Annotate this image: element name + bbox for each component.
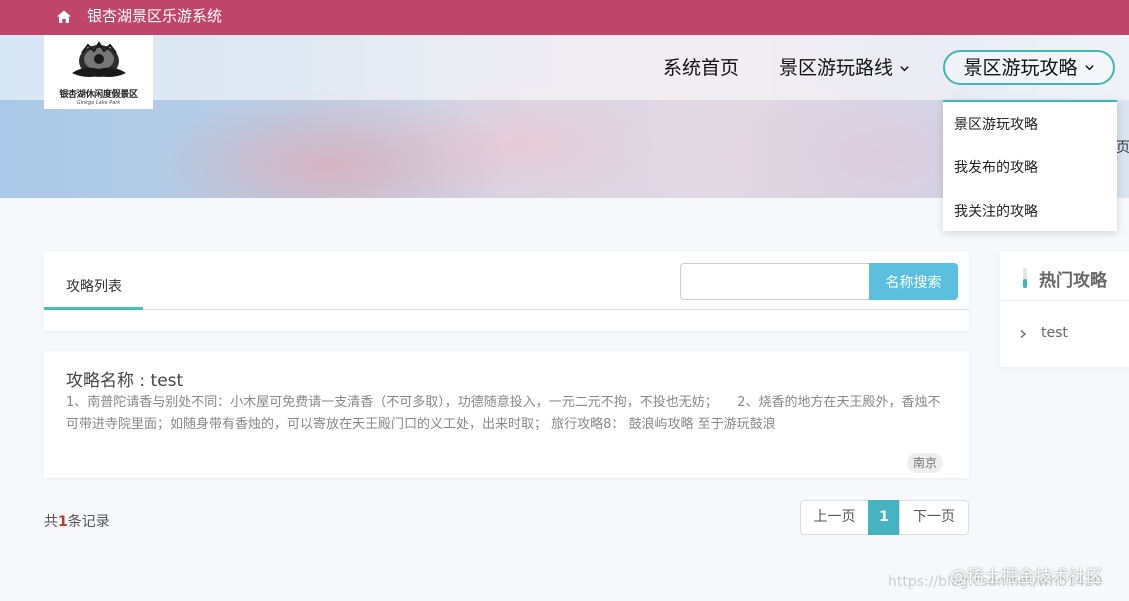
search-input[interactable] <box>680 263 870 300</box>
list-header-panel: 攻略列表 名称搜索 <box>44 252 969 331</box>
top-bar: 银杏湖景区乐游系统 <box>0 0 1129 35</box>
hot-guide-item[interactable]: test <box>1041 325 1068 341</box>
nav-home-label: 系统首页 <box>663 57 740 79</box>
hot-guides-panel: 热门攻略 test <box>1000 252 1129 367</box>
banner-edge-text: 页 <box>1116 140 1129 156</box>
watermark: @稀土掘金技术社区 <box>950 567 1103 587</box>
tab-active-indicator <box>44 307 143 310</box>
chevron-down-icon <box>1084 65 1094 71</box>
record-count-number: 1 <box>58 514 68 530</box>
nav-guides-label: 景区游玩攻略 <box>963 56 1078 79</box>
guides-dropdown: 景区游玩攻略 我发布的攻略 我关注的攻略 <box>943 100 1117 231</box>
logo-name: 银杏湖休闲度假景区 <box>59 89 138 100</box>
record-count-suffix: 条记录 <box>67 514 110 530</box>
tab-guide-list[interactable]: 攻略列表 <box>66 276 122 296</box>
dropdown-item-my-followed[interactable]: 我关注的攻略 <box>954 203 1038 221</box>
city-tag: 南京 <box>907 453 944 473</box>
tab-divider <box>44 309 969 310</box>
hot-bar-icon <box>1023 268 1027 288</box>
nav-home[interactable]: 系统首页 <box>663 55 739 81</box>
chevron-down-icon <box>900 65 909 71</box>
name-search-button[interactable]: 名称搜索 <box>869 263 958 300</box>
logo-tagline: Ginkgo Lake Park <box>76 99 121 106</box>
hot-divider <box>1000 300 1129 301</box>
home-icon[interactable] <box>56 9 72 25</box>
guide-description: 1、南普陀请香与别处不同：小木屋可免费请一支清香（不可多取），功德随意投入，一元… <box>66 395 941 432</box>
nav-routes-label: 景区游玩路线 <box>779 57 894 79</box>
logo-emblem-icon <box>71 40 126 77</box>
dropdown-item-guides[interactable]: 景区游玩攻略 <box>954 116 1038 134</box>
nav-guides[interactable]: 景区游玩攻略 <box>943 50 1115 85</box>
next-page-button[interactable]: 下一页 <box>899 500 969 535</box>
hot-guides-title: 热门攻略 <box>1039 271 1107 291</box>
chevron-right-icon <box>1020 329 1027 339</box>
nav-routes[interactable]: 景区游玩路线 <box>779 55 910 81</box>
logo[interactable]: 银杏湖休闲度假景区 Ginkgo Lake Park <box>44 35 153 109</box>
list-item[interactable]: 攻略名称 : test 1、南普陀请香与别处不同：小木屋可免费请一支清香（不可多… <box>44 351 969 478</box>
page-1-button[interactable]: 1 <box>868 500 900 535</box>
record-count-prefix: 共 <box>44 514 58 530</box>
prev-page-button[interactable]: 上一页 <box>800 500 869 535</box>
site-title[interactable]: 银杏湖景区乐游系统 <box>87 6 222 26</box>
guide-title[interactable]: 攻略名称 : test <box>66 366 183 391</box>
dropdown-item-my-published[interactable]: 我发布的攻略 <box>954 159 1038 177</box>
record-count: 共1条记录 <box>44 511 110 531</box>
